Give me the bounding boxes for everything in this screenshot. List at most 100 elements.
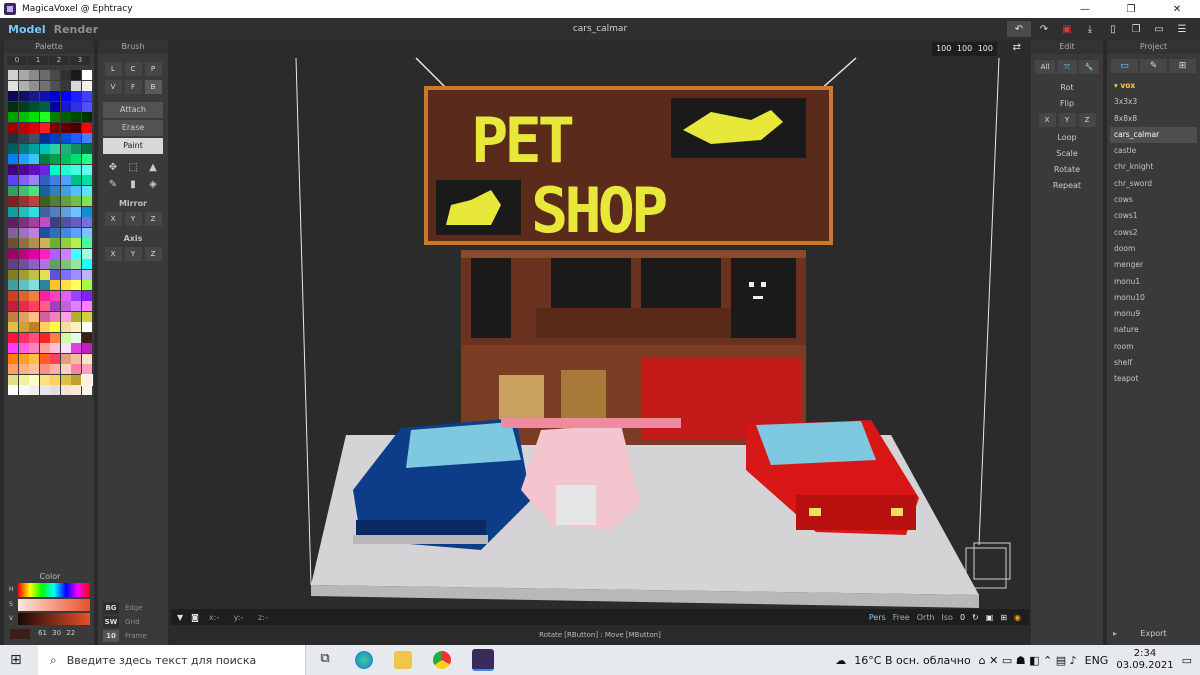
palette-swatch[interactable] [71, 248, 81, 259]
palette-swatch[interactable] [81, 91, 92, 101]
magicavoxel-taskbar-icon[interactable] [472, 649, 494, 671]
camera-icon[interactable]: ◙ [191, 613, 199, 622]
palette-swatch[interactable] [18, 364, 29, 374]
palette-swatch[interactable] [81, 175, 92, 185]
palette-tab-3[interactable]: 3 [70, 56, 90, 65]
view-pers[interactable]: Pers [869, 613, 886, 622]
palette-swatch[interactable] [60, 122, 71, 133]
palette-swatch[interactable] [81, 112, 92, 122]
clock[interactable]: 2:34 03.09.2021 [1116, 648, 1173, 672]
palette-swatch[interactable] [71, 175, 81, 185]
brush-pattern-button[interactable]: P [144, 62, 162, 76]
palette-swatch[interactable] [71, 385, 81, 395]
palette-swatch[interactable] [81, 164, 92, 175]
repeat-button[interactable]: Repeat [1031, 178, 1103, 194]
palette-swatch[interactable] [60, 332, 71, 343]
palette-swatch[interactable] [29, 259, 39, 269]
saturation-slider[interactable] [18, 599, 90, 611]
palette-swatch[interactable] [39, 70, 50, 80]
palette-swatch[interactable] [39, 322, 50, 332]
palette-swatch[interactable] [71, 164, 81, 175]
language-indicator[interactable]: ENG [1085, 654, 1109, 667]
palette-swatch[interactable] [60, 206, 71, 217]
brush-icon[interactable]: ✎ [1140, 59, 1167, 73]
palette-swatch[interactable] [18, 164, 29, 175]
brush-box-button[interactable]: B [144, 80, 162, 94]
palette-swatch[interactable] [81, 101, 92, 112]
value-slider[interactable] [18, 613, 90, 625]
palette-swatch[interactable] [29, 143, 39, 154]
palette-swatch[interactable] [81, 343, 92, 353]
palette-swatch[interactable] [71, 269, 81, 280]
file-item[interactable]: cows [1107, 192, 1200, 208]
palette-swatch[interactable] [39, 217, 50, 227]
palette-swatch[interactable] [50, 385, 60, 395]
brush-face-button[interactable]: F [124, 80, 142, 94]
palette-swatch[interactable] [29, 164, 39, 175]
palette-swatch[interactable] [39, 385, 50, 395]
palette-swatch[interactable] [81, 217, 92, 227]
file-item[interactable]: castle [1107, 143, 1200, 159]
palette-swatch[interactable] [8, 185, 18, 196]
file-item[interactable]: cows2 [1107, 225, 1200, 241]
palette-swatch[interactable] [60, 269, 71, 280]
palette-swatch[interactable] [71, 290, 81, 301]
palette-swatch[interactable] [71, 91, 81, 101]
palette-swatch[interactable] [18, 133, 29, 143]
palette-swatch[interactable] [29, 248, 39, 259]
palette-swatch[interactable] [29, 343, 39, 353]
palette-swatch[interactable] [71, 217, 81, 227]
view-free[interactable]: Free [893, 613, 910, 622]
copy-icon[interactable]: ❐ [1126, 21, 1146, 37]
palette-swatch[interactable] [8, 311, 18, 322]
palette-swatch[interactable] [18, 290, 29, 301]
file-item[interactable]: chr_knight [1107, 159, 1200, 175]
axis-y-button[interactable]: Y [124, 247, 142, 261]
palette-swatch[interactable] [18, 353, 29, 364]
palette-swatch[interactable] [50, 217, 60, 227]
file-item[interactable]: 3x3x3 [1107, 94, 1200, 110]
3d-viewport[interactable]: PET SHOP 100 100 100 ⇄ ▼ ◙ x:- y:- z:- P… [171, 40, 1029, 645]
zoom-value[interactable]: 0 [960, 613, 965, 622]
palette-swatch[interactable] [81, 227, 92, 238]
edge-toggle[interactable]: Edge [125, 604, 143, 612]
bg-color-button[interactable]: BG [103, 602, 119, 614]
palette-swatch[interactable] [60, 154, 71, 164]
edit-tab-tools-icon[interactable]: 🔧 [1079, 60, 1099, 74]
palette-swatch[interactable] [8, 322, 18, 332]
palette-swatch[interactable] [8, 227, 18, 238]
palette-swatch[interactable] [81, 80, 92, 91]
palette-swatch[interactable] [60, 217, 71, 227]
palette-swatch[interactable] [29, 301, 39, 311]
file-item[interactable]: monu1 [1107, 274, 1200, 290]
palette-swatch[interactable] [71, 133, 81, 143]
file-item[interactable]: cows1 [1107, 208, 1200, 224]
hue-slider[interactable] [18, 583, 90, 597]
palette-swatch[interactable] [39, 143, 50, 154]
palette-swatch[interactable] [29, 133, 39, 143]
view-orth[interactable]: Orth [917, 613, 935, 622]
palette-swatch[interactable] [29, 91, 39, 101]
palette-swatch[interactable] [18, 175, 29, 185]
windows-start-icon[interactable]: ⊞ [10, 652, 22, 668]
rot-button[interactable]: Rot [1031, 80, 1103, 96]
palette-swatch[interactable] [29, 196, 39, 206]
palette-swatch[interactable] [29, 175, 39, 185]
palette-swatch[interactable] [60, 80, 71, 91]
grid-toggle[interactable]: Grid [125, 618, 140, 626]
file-item[interactable]: 8x8x8 [1107, 111, 1200, 127]
palette-swatch[interactable] [39, 238, 50, 248]
file-item[interactable]: chr_sword [1107, 176, 1200, 192]
palette-swatch[interactable] [71, 185, 81, 196]
scale-button[interactable]: Scale [1031, 146, 1103, 162]
palette-swatch[interactable] [81, 301, 92, 311]
palette-swatch[interactable] [18, 311, 29, 322]
palette-swatch[interactable] [81, 185, 92, 196]
palette-swatch[interactable] [71, 259, 81, 269]
palette-swatch[interactable] [8, 269, 18, 280]
screenshot-icon[interactable]: ◉ [1014, 613, 1021, 622]
palette-swatch[interactable] [29, 311, 39, 322]
palette-swatch[interactable] [81, 133, 92, 143]
taskbar-search[interactable]: ⌕ Введите здесь текст для поиска [38, 645, 306, 675]
palette-swatch[interactable] [60, 353, 71, 364]
